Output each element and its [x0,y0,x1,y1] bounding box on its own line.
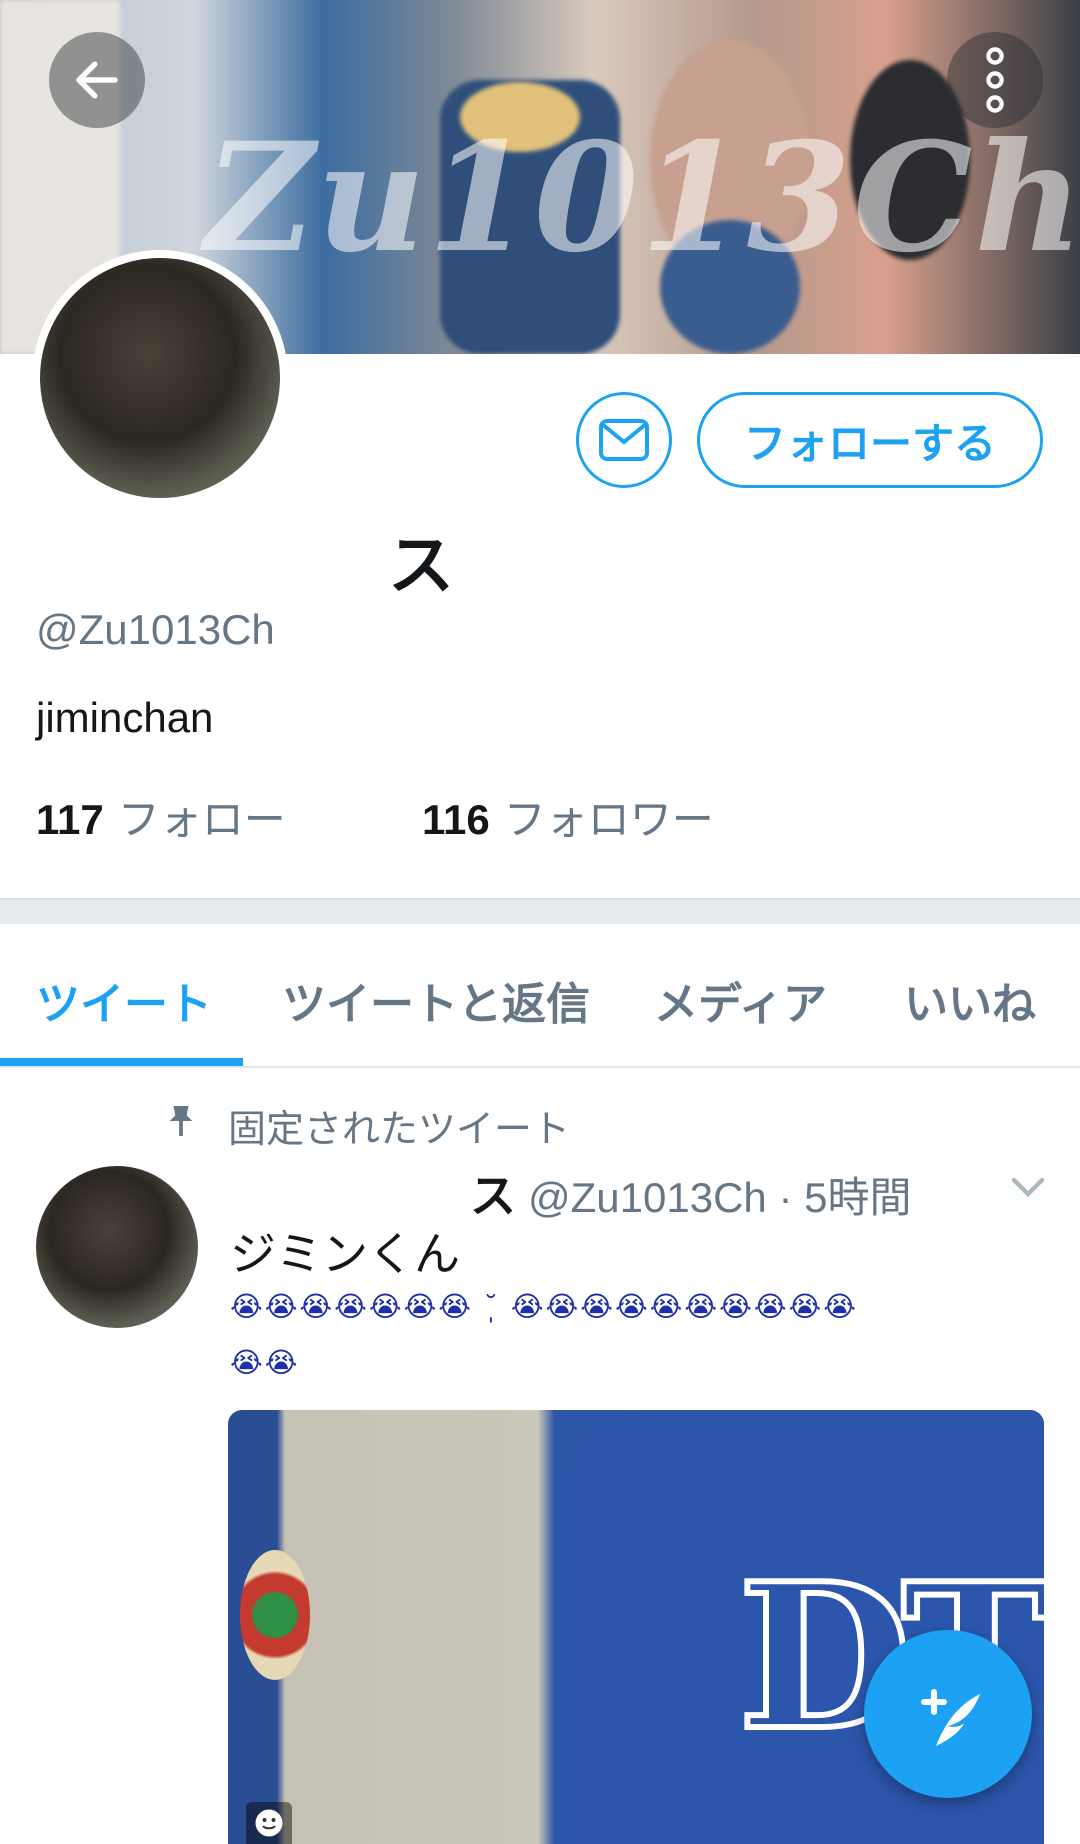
direct-message-button[interactable] [576,392,672,488]
chevron-down-icon[interactable] [1010,1176,1046,1198]
profile-tabs: ツイート ツイートと返信 メディア いいね [0,924,1080,1068]
section-divider [0,898,1080,924]
followers-count: 116 [422,796,490,843]
tweet-emoji-line: 😭😭 [230,1346,300,1379]
smiley-icon [255,1809,283,1837]
followers-stat[interactable]: 116 フォロワー [422,786,714,847]
pin-icon [169,1106,193,1136]
tweet-emoji-line: 😭😭😭😭😭😭😭 ˘̩ 😭😭😭😭😭😭😭😭😭😭 [230,1290,858,1323]
tweet-author-name[interactable]: ス [470,1169,516,1223]
active-tab-indicator [0,1058,243,1066]
tweet-header: ス @Zu1013Ch · 5時間 [470,1160,911,1226]
image-patch [240,1550,310,1680]
envelope-icon [599,419,649,461]
arrow-left-icon [76,61,118,99]
follow-button[interactable]: フォローする [697,392,1043,488]
tab-tweets[interactable]: ツイート [36,968,212,1032]
banner-watermark: Zu1013Ch [205,110,1080,286]
profile-bio: jiminchan [36,694,214,741]
tab-likes[interactable]: いいね [904,968,1036,1032]
following-count: 117 [36,796,104,843]
display-name: ス [388,527,454,604]
tweet-text: ジミンくん [230,1227,460,1281]
tweet-meta: @Zu1013Ch · 5時間 [528,1174,912,1221]
tweet-author-avatar[interactable] [36,1166,198,1328]
avatar-image [40,258,280,498]
following-label: フォロー [117,795,286,844]
followers-label: フォロワー [503,795,714,844]
back-button[interactable] [49,32,145,128]
profile-handle: @Zu1013Ch [36,606,275,653]
compose-tweet-button[interactable] [864,1630,1032,1798]
sticker-badge[interactable] [246,1802,292,1844]
pinned-tweet-label: 固定されたツイート [228,1107,571,1151]
profile-avatar[interactable] [32,250,288,506]
tab-media[interactable]: メディア [654,968,827,1032]
following-stat[interactable]: 117 フォロー [36,786,286,847]
more-options-button[interactable] [947,32,1043,128]
more-vertical-icon [986,47,1004,113]
compose-tweet-icon [921,1689,980,1746]
tab-tweets-and-replies[interactable]: ツイートと返信 [282,968,590,1032]
